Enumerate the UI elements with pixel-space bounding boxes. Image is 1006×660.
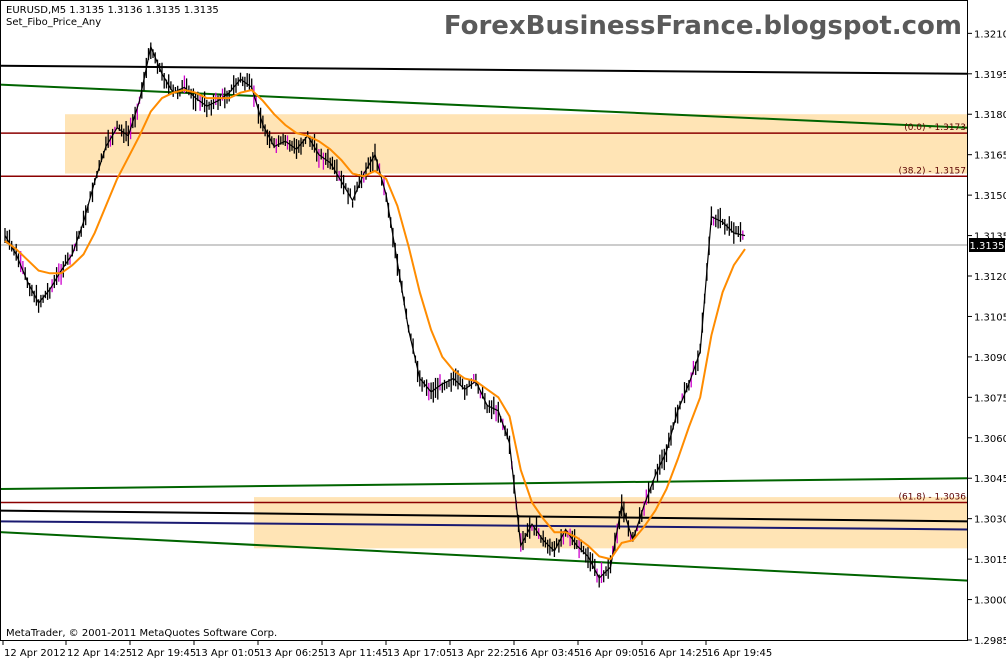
x-tick-label: 13 Apr 22:25 <box>451 648 516 659</box>
x-tick-label: 13 Apr 17:05 <box>387 648 452 659</box>
y-tick-label: 1.3165 <box>974 151 1006 162</box>
fibo-label-0: (0.0) - 1.3173 <box>904 123 966 133</box>
watermark: ForexBusinessFrance.blogspot.com <box>444 11 962 41</box>
y-tick-label: 1.3150 <box>974 191 1006 202</box>
fibo-label-1: (38.2) - 1.3157 <box>898 166 966 176</box>
chart-window: (0.0) - 1.3173 (38.2) - 1.3157 (61.8) - 1.… <box>0 0 1006 660</box>
price-chart[interactable]: (0.0) - 1.3173 (38.2) - 1.3157 (61.8) - 1.… <box>0 0 1006 660</box>
fibo-zone-0 <box>65 114 968 174</box>
y-tick-label: 1.2985 <box>974 636 1006 647</box>
x-tick-label: 16 Apr 14:25 <box>643 648 708 659</box>
x-tick-label: 16 Apr 19:45 <box>707 648 772 659</box>
fibo-zone-1 <box>254 497 968 549</box>
y-tick-label: 1.3105 <box>974 312 1006 323</box>
current-price-label: 1.3135 <box>970 241 1005 252</box>
y-tick-label: 1.3210 <box>974 29 1006 40</box>
x-tick-label: 13 Apr 01:05 <box>195 648 260 659</box>
y-tick-label: 1.3060 <box>974 434 1006 445</box>
fibo-label-2: (61.8) - 1.3036 <box>898 492 966 502</box>
y-tick-label: 1.3090 <box>974 353 1006 364</box>
y-tick-label: 1.3015 <box>974 555 1006 566</box>
copyright-footer: MetaTrader, © 2001-2011 MetaQuotes Softw… <box>6 628 277 639</box>
y-tick-label: 1.3000 <box>974 596 1006 607</box>
x-tick-label: 12 Apr 19:45 <box>131 648 196 659</box>
y-tick-label: 1.3120 <box>974 272 1006 283</box>
x-tick-label: 16 Apr 03:45 <box>515 648 580 659</box>
x-tick-label: 12 Apr 14:25 <box>67 648 132 659</box>
y-tick-label: 1.3180 <box>974 110 1006 121</box>
x-tick-label: 12 Apr 2012 <box>4 648 66 659</box>
y-tick-label: 1.3075 <box>974 393 1006 404</box>
indicator-name: Set_Fibo_Price_Any <box>6 17 101 28</box>
x-tick-label: 16 Apr 09:05 <box>579 648 644 659</box>
chart-background <box>0 0 1006 660</box>
y-tick-label: 1.3195 <box>974 70 1006 81</box>
x-tick-label: 13 Apr 06:25 <box>259 648 324 659</box>
y-tick-label: 1.3030 <box>974 515 1006 526</box>
y-tick-label: 1.3045 <box>974 474 1006 485</box>
symbol-header: EURUSD,M5 1.3135 1.3136 1.3135 1.3135 <box>6 5 219 16</box>
x-tick-label: 13 Apr 11:45 <box>323 648 388 659</box>
